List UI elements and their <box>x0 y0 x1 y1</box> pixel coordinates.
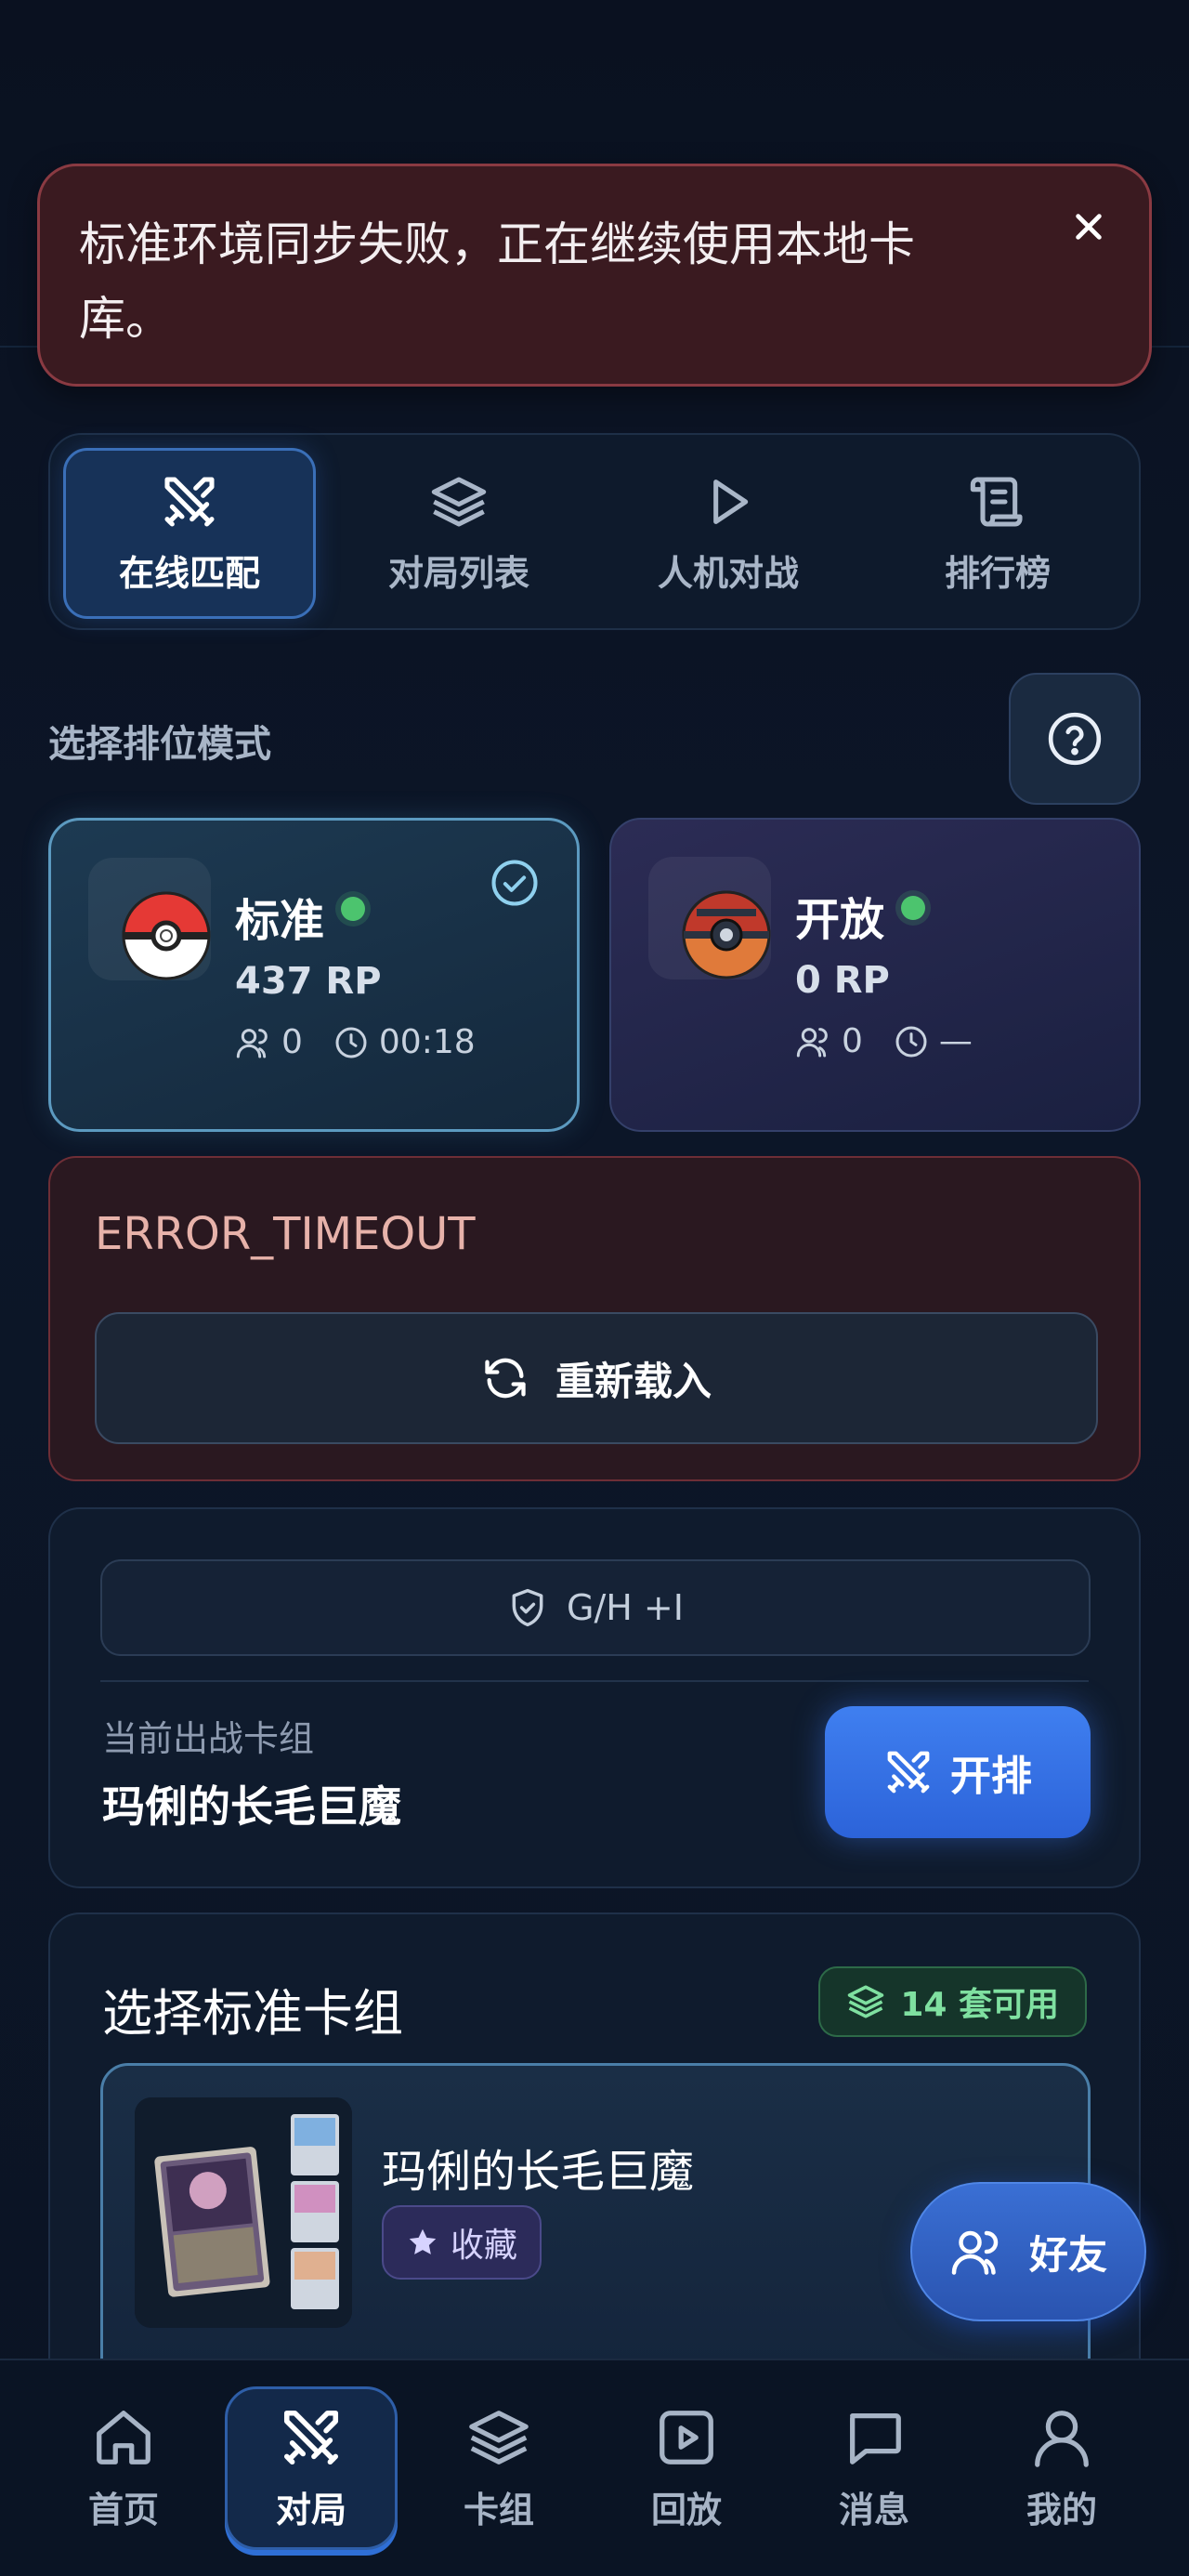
mode-card-standard[interactable]: 标准 437 RP 0 00:18 <box>48 818 580 1132</box>
match-panel: G/H +I 当前出战卡组 玛俐的长毛巨魔 开排 <box>48 1507 1141 1888</box>
error-code: ERROR_TIMEOUT <box>95 1208 476 1260</box>
start-label: 开排 <box>950 1753 1032 1800</box>
help-button[interactable] <box>1009 673 1141 805</box>
friends-button[interactable]: 好友 <box>910 2182 1146 2321</box>
tab-label: 人机对战 <box>657 552 799 594</box>
sync-error-toast: 标准环境同步失败，正在继续使用本地卡库。 <box>37 164 1152 387</box>
favorite-badge: 收藏 <box>382 2205 542 2280</box>
play-icon <box>713 479 749 524</box>
deck-cover-image <box>135 2097 352 2328</box>
nav-item-battle[interactable]: 对局 <box>225 2386 398 2550</box>
nav-label: 首页 <box>87 2489 159 2530</box>
clock-icon <box>895 1026 927 1057</box>
help-icon <box>1048 712 1102 766</box>
pokeball-icon <box>88 858 211 980</box>
replay-icon <box>660 2410 713 2464</box>
star-icon <box>409 2228 437 2254</box>
nav-item-replay[interactable]: 回放 <box>600 2386 773 2550</box>
close-icon <box>1076 214 1102 240</box>
available-count: 14 套可用 <box>900 1986 1059 2024</box>
start-match-button[interactable]: 开排 <box>825 1706 1091 1838</box>
mode-card-open[interactable]: 开放 0 RP 0 — <box>609 818 1141 1132</box>
mode-title: 标准 <box>235 895 325 947</box>
layers-icon <box>848 1985 884 2018</box>
current-deck-name: 玛俐的长毛巨魔 <box>102 1781 401 1832</box>
player-count: 0 <box>281 1023 303 1061</box>
mode-rank-points: 437 RP <box>235 960 382 1003</box>
reload-label: 重新载入 <box>555 1358 712 1404</box>
queue-time: — <box>938 1022 973 1060</box>
tab-vs-ai[interactable]: 人机对战 <box>602 448 855 619</box>
reload-button[interactable]: 重新载入 <box>95 1312 1098 1444</box>
toast-close-button[interactable] <box>1056 194 1121 259</box>
tab-label: 排行榜 <box>944 552 1051 594</box>
online-status-dot <box>901 896 925 920</box>
divider <box>100 1680 1089 1682</box>
tab-online-match[interactable]: 在线匹配 <box>63 448 316 619</box>
tab-label: 在线匹配 <box>118 552 260 594</box>
home-icon <box>97 2410 150 2464</box>
deck-item-name: 玛俐的长毛巨魔 <box>382 2146 695 2198</box>
message-icon <box>850 2412 901 2464</box>
mode-rank-points: 0 RP <box>795 959 890 1002</box>
nav-label: 卡组 <box>463 2489 534 2530</box>
nav-label: 对局 <box>275 2489 346 2530</box>
battle-tabs: 在线匹配 对局列表 人机对战 排行榜 <box>48 433 1141 630</box>
queue-time: 00:18 <box>378 1023 476 1061</box>
tab-leaderboard[interactable]: 排行榜 <box>871 448 1124 619</box>
shield-check-icon <box>512 1588 543 1627</box>
players-icon <box>796 1027 828 1057</box>
players-icon <box>236 1028 268 1058</box>
heavy-ball-icon <box>648 857 771 979</box>
mode-meta: 0 00:18 <box>235 1023 476 1061</box>
crossed-swords-icon <box>887 1751 930 1794</box>
mode-meta: 0 — <box>795 1022 973 1060</box>
online-status-dot <box>341 897 365 921</box>
mode-title: 开放 <box>795 894 885 946</box>
check-circle-icon <box>491 860 538 906</box>
available-count-badge: 14 套可用 <box>818 1966 1087 2037</box>
layers-icon <box>431 476 487 527</box>
nav-item-messages[interactable]: 消息 <box>788 2386 960 2550</box>
tab-match-list[interactable]: 对局列表 <box>333 448 585 619</box>
nav-item-decks[interactable]: 卡组 <box>412 2386 585 2550</box>
layers-icon <box>469 2410 529 2464</box>
crossed-swords-icon <box>164 476 215 527</box>
deck-select-title: 选择标准卡组 <box>102 1984 403 2043</box>
app-screen: 标准环境同步失败，正在继续使用本地卡库。 在线匹配 对局列表 人机对战 排行榜 … <box>0 0 1189 2576</box>
error-card: ERROR_TIMEOUT 重新载入 <box>48 1156 1141 1481</box>
nav-label: 消息 <box>838 2489 909 2530</box>
toast-message: 标准环境同步失败，正在继续使用本地卡库。 <box>79 217 915 346</box>
nav-label: 回放 <box>650 2489 722 2530</box>
nav-label: 我的 <box>1026 2489 1097 2530</box>
clock-icon <box>335 1027 367 1058</box>
favorite-label: 收藏 <box>451 2227 518 2265</box>
friends-label: 好友 <box>1028 2231 1107 2278</box>
crossed-swords-icon <box>283 2410 339 2464</box>
format-chip: G/H +I <box>100 1559 1091 1656</box>
player-count: 0 <box>842 1022 863 1060</box>
tab-label: 对局列表 <box>387 552 529 594</box>
format-text: G/H +I <box>567 1587 684 1628</box>
user-icon <box>1035 2410 1089 2467</box>
friends-icon <box>951 2230 999 2275</box>
scroll-icon <box>970 476 1023 527</box>
refresh-icon <box>485 1358 526 1399</box>
nav-item-home[interactable]: 首页 <box>37 2386 210 2550</box>
current-deck-label: 当前出战卡组 <box>102 1718 315 1759</box>
nav-item-profile[interactable]: 我的 <box>975 2386 1148 2550</box>
bottom-navigation: 首页 对局 卡组 回放 消息 我的 <box>0 2359 1189 2576</box>
rank-mode-label: 选择排位模式 <box>48 723 271 766</box>
